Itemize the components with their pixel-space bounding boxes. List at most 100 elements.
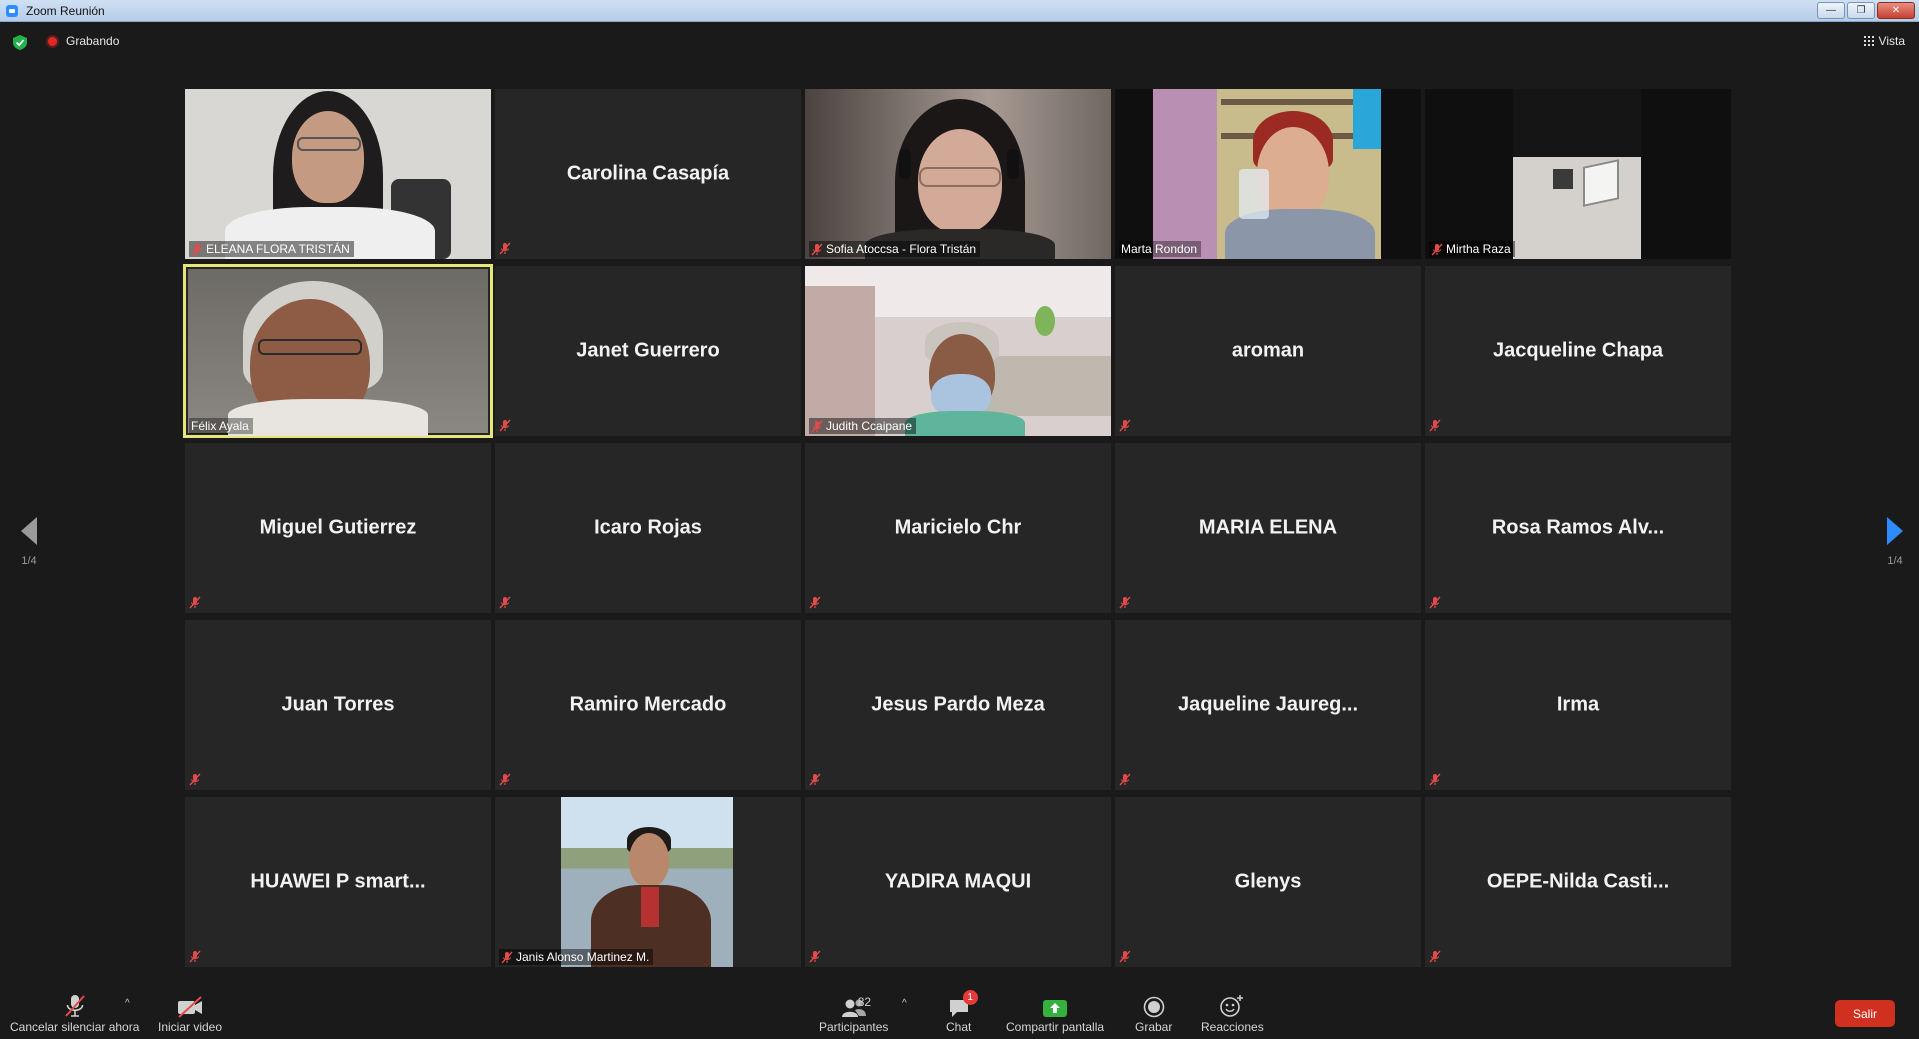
participant-tile[interactable]: Janet Guerrero [495,266,801,436]
muted-mic-icon [1429,950,1441,963]
arrow-right-icon [1887,517,1903,545]
recording-dot-icon [46,34,59,48]
video-feed [561,797,733,967]
next-page-button[interactable]: 1/4 [1880,517,1910,567]
muted-mic-icon [1429,596,1441,609]
participants-count: 82 [857,995,872,1009]
leave-meeting-button[interactable]: Salir [1835,1000,1895,1027]
participant-tile-active-speaker[interactable]: Félix Ayala [183,264,493,438]
muted-mic-icon [1119,950,1131,963]
audio-options-chevron-icon[interactable]: ^ [125,998,130,1009]
share-screen-label: Compartir pantalla [1006,1020,1105,1034]
participant-tile[interactable]: YADIRA MAQUI [805,797,1111,967]
participant-name: Mirtha Raza [1446,242,1511,256]
participants-label: Participantes [819,1020,889,1034]
participant-tile[interactable]: Ramiro Mercado [495,620,801,790]
muted-mic-icon [1431,243,1443,255]
participant-caption: Judith Ccaipane [809,418,917,434]
participant-tile[interactable]: Jaqueline Jaureg... [1115,620,1421,790]
muted-mic-icon [1429,773,1441,786]
smiley-plus-icon [1220,995,1244,1017]
zoom-app-icon [6,4,18,17]
chat-label: Chat [946,1020,972,1034]
participant-name: Maricielo Chr [894,516,1022,539]
participant-tile[interactable]: aroman [1115,266,1421,436]
recording-indicator[interactable]: Grabando [46,34,119,48]
participant-tile[interactable]: Carolina Casapía [495,89,801,259]
participant-tile[interactable]: Jesus Pardo Meza [805,620,1111,790]
meeting-topbar: Grabando Vista [0,22,1919,62]
participant-name: ELEANA FLORA TRISTÁN [206,242,350,256]
participant-caption: Marta Rondon [1119,241,1202,257]
participant-name: Rosa Ramos Alv... [1491,516,1665,539]
participant-tile[interactable]: MARIA ELENA [1115,443,1421,613]
video-feed [185,89,491,259]
video-feed [805,266,1111,436]
participants-button[interactable]: 82 Participantes [819,992,888,1034]
start-video-button[interactable]: Iniciar video [158,992,222,1034]
muted-mic-icon [1119,596,1131,609]
participant-caption: ELEANA FLORA TRISTÁN [189,241,354,257]
muted-mic-icon [189,950,201,963]
share-screen-button[interactable]: Compartir pantalla [1006,992,1104,1034]
participant-tile[interactable]: Miguel Gutierrez [185,443,491,613]
muted-mic-icon [499,419,511,432]
muted-mic-icon [811,420,823,432]
chat-button[interactable]: 1 Chat [946,990,978,1034]
page-indicator-right: 1/4 [1887,555,1903,567]
participant-name: Sofia Atoccsa - Flora Tristán [826,242,977,256]
muted-mic-icon [1119,419,1131,432]
participant-name: Irma [1556,693,1600,716]
video-feed [188,269,488,436]
participant-tile[interactable]: Jacqueline Chapa [1425,266,1731,436]
participant-name: Marta Rondon [1121,242,1198,256]
participant-name: YADIRA MAQUI [884,870,1032,893]
participant-name: MARIA ELENA [1198,516,1338,539]
participant-tile[interactable]: Icaro Rojas [495,443,801,613]
participant-tile[interactable]: Juan Torres [185,620,491,790]
muted-mic-icon [499,242,511,255]
participant-tile[interactable]: HUAWEI P smart... [185,797,491,967]
view-label: Vista [1878,34,1905,48]
start-video-label: Iniciar video [158,1020,223,1034]
minimize-button[interactable]: — [1817,2,1845,19]
gallery-grid-icon [1863,36,1874,46]
participant-name: Ramiro Mercado [569,693,727,716]
participant-tile[interactable]: Maricielo Chr [805,443,1111,613]
record-icon [1143,996,1164,1018]
reactions-button[interactable]: Reacciones [1201,992,1264,1034]
prev-page-button[interactable]: 1/4 [14,517,44,567]
participants-options-chevron-icon[interactable]: ^ [902,998,907,1009]
participant-tile[interactable]: Mirtha Raza [1425,89,1731,259]
unmute-label: Cancelar silenciar ahora [10,1020,140,1034]
participant-name: Janis Alonso Martinez M. [516,950,650,964]
participant-name: Glenys [1234,870,1302,893]
participant-tile[interactable]: Judith Ccaipane [805,266,1111,436]
record-button[interactable]: Grabar [1135,992,1172,1034]
participant-tile[interactable]: Janis Alonso Martinez M. [495,797,801,967]
participant-tile[interactable]: Marta Rondon [1115,89,1421,259]
participant-caption: Mirtha Raza [1429,241,1515,257]
participant-caption: Sofia Atoccsa - Flora Tristán [809,241,981,257]
muted-mic-icon [809,950,821,963]
participant-name: Carolina Casapía [566,162,730,185]
muted-microphone-icon [64,995,85,1017]
participant-tile[interactable]: Sofia Atoccsa - Flora Tristán [805,89,1111,259]
participant-name: HUAWEI P smart... [250,870,426,893]
maximize-button[interactable]: ❐ [1847,2,1875,19]
chat-unread-badge: 1 [962,990,978,1005]
participant-tile[interactable]: Irma [1425,620,1731,790]
participant-tile[interactable]: Rosa Ramos Alv... [1425,443,1731,613]
muted-mic-icon [499,596,511,609]
unmute-button[interactable]: Cancelar silenciar ahora [10,992,139,1034]
participant-name: Félix Ayala [191,419,249,433]
participant-name: Icaro Rojas [594,516,702,539]
participant-name: Jacqueline Chapa [1492,339,1664,362]
participant-tile[interactable]: ELEANA FLORA TRISTÁN [185,89,491,259]
participant-tile[interactable]: OEPE-Nilda Casti... [1425,797,1731,967]
participant-name: Juan Torres [281,693,395,716]
view-button[interactable]: Vista [1863,34,1905,48]
participant-tile[interactable]: Glenys [1115,797,1421,967]
security-shield-icon[interactable] [13,35,27,50]
close-button[interactable]: ✕ [1877,2,1915,19]
